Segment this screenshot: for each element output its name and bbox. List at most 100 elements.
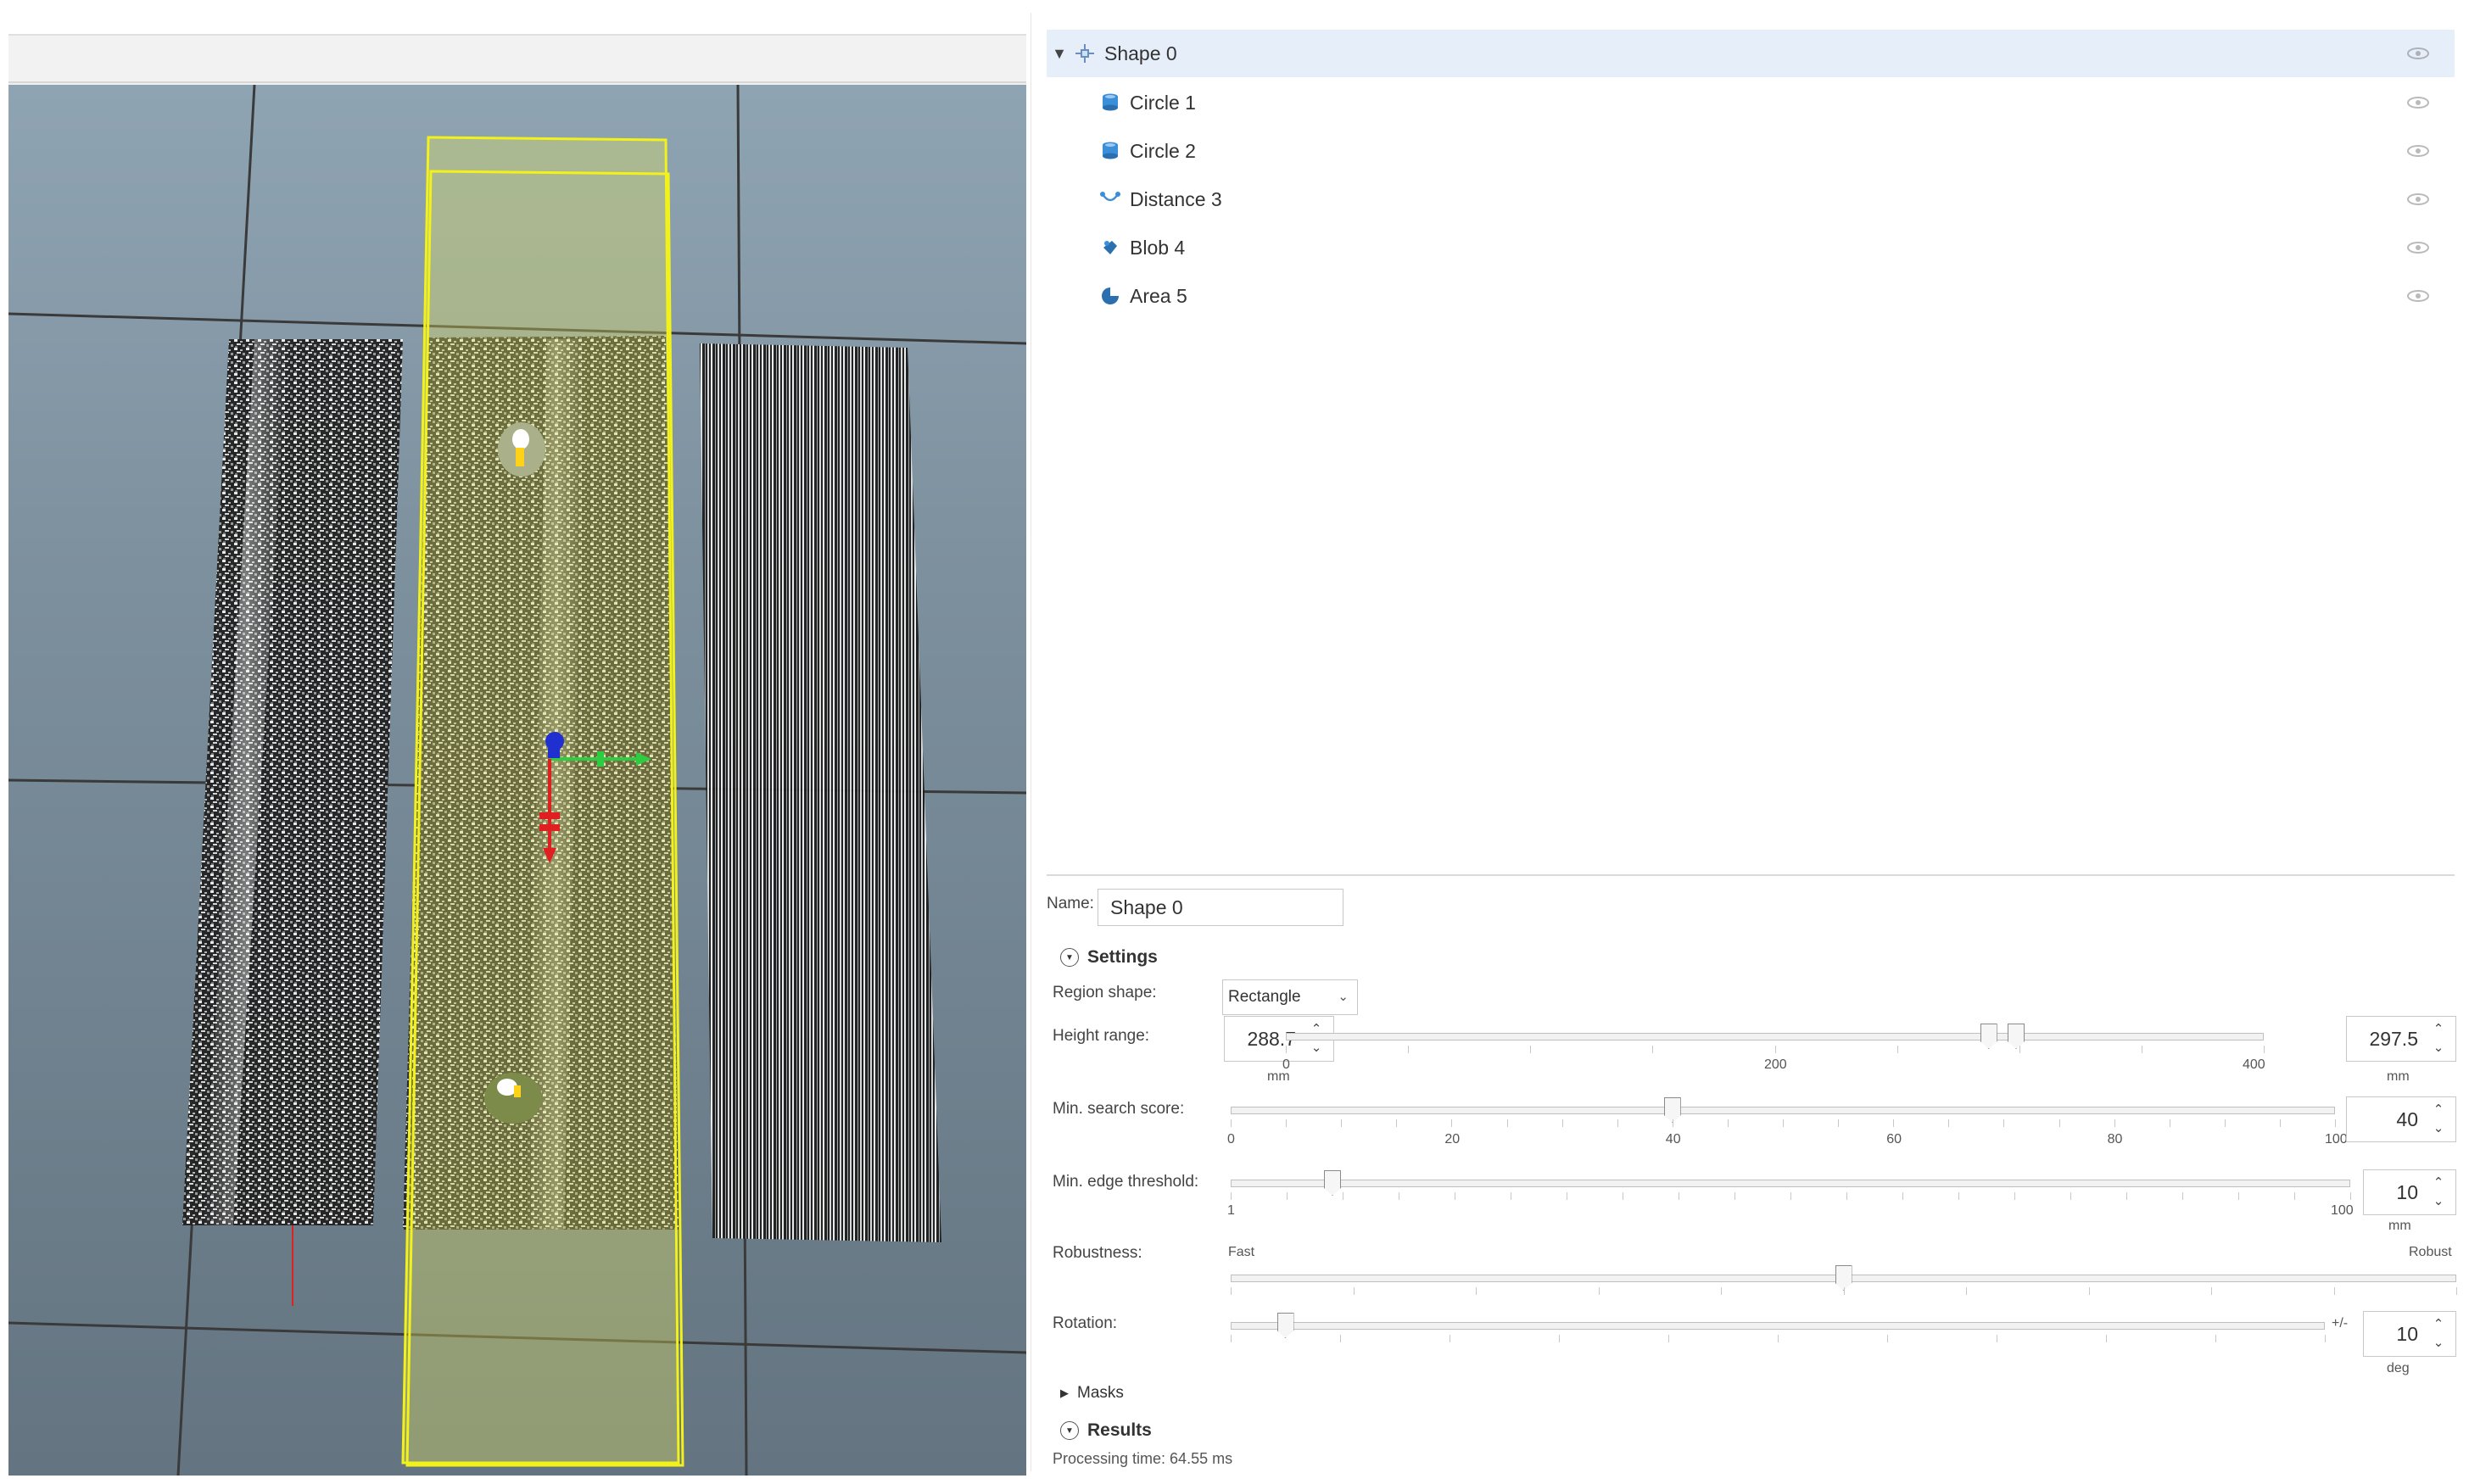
min-edge-threshold-ticks — [1231, 1192, 2351, 1201]
collapse-circle-icon: ▼ — [1060, 1421, 1079, 1440]
scene-svg — [8, 85, 1026, 1476]
spin-arrows[interactable]: ⌃ ⌄ — [2427, 1315, 2450, 1353]
visibility-eye-icon[interactable] — [2405, 236, 2431, 259]
slider-tick — [1948, 1119, 1950, 1127]
name-field[interactable]: Shape 0 — [1098, 889, 1343, 926]
slider-tick — [1506, 1119, 1508, 1127]
rotation-spinbox[interactable]: 10 ⌃ ⌄ — [2363, 1311, 2456, 1357]
region-shape-value: Rectangle — [1228, 988, 1301, 1006]
visibility-eye-icon[interactable] — [2405, 42, 2431, 65]
spin-arrows[interactable]: ⌃ ⌄ — [2427, 1174, 2450, 1211]
rotation-slider[interactable] — [1231, 1322, 2325, 1330]
slider-tick — [2350, 1192, 2351, 1200]
visibility-eye-icon[interactable] — [2405, 284, 2431, 308]
min-search-score-value: 40 — [2396, 1107, 2418, 1130]
point-cloud-right — [700, 343, 941, 1242]
visibility-eye-icon[interactable] — [2405, 139, 2431, 163]
slider-tick — [1778, 1335, 1779, 1342]
shape-move-icon — [1072, 41, 1098, 66]
distance-icon — [1098, 187, 1123, 212]
search-score-tick-label: 80 — [2107, 1132, 2123, 1146]
spin-arrows[interactable]: ⌃ ⌄ — [2427, 1101, 2450, 1138]
min-search-score-spinbox[interactable]: 40 ⌃ ⌄ — [2346, 1096, 2456, 1142]
settings-section-header[interactable]: ▼ Settings — [1060, 947, 1158, 968]
masks-section-header[interactable]: ▶ Masks — [1060, 1384, 1124, 1403]
chevron-up-icon[interactable]: ⌃ — [2427, 1315, 2450, 1334]
slider-tick — [1341, 1119, 1343, 1127]
slider-tick — [1451, 1119, 1453, 1127]
rotation-label: Rotation: — [1053, 1314, 1118, 1332]
search-score-tick-label: 40 — [1665, 1132, 1681, 1146]
name-label: Name: — [1047, 895, 1094, 912]
slider-tick — [1561, 1119, 1563, 1127]
slider-tick — [1790, 1192, 1791, 1200]
chevron-down-icon[interactable]: ⌄ — [2427, 1334, 2450, 1353]
slider-tick — [1231, 1287, 1232, 1295]
edge-scale-max: 100 — [2331, 1203, 2354, 1218]
robustness-ticks — [1231, 1287, 2457, 1296]
region-of-interest-box — [401, 136, 684, 1467]
properties-panel: ▼ Shape 0 Circle 1 Circle 2 Distance 3 B… — [1031, 13, 2465, 1471]
slider-tick — [2106, 1335, 2107, 1342]
slider-tick — [2003, 1119, 2005, 1127]
slider-tick — [1727, 1119, 1729, 1127]
slider-tick — [1396, 1119, 1398, 1127]
cylinder-icon — [1098, 90, 1123, 115]
region-shape-select[interactable]: Rectangle ⌄ — [1222, 979, 1358, 1015]
slider-tick — [1887, 1335, 1888, 1342]
tree-item-shape-0[interactable]: ▼ Shape 0 — [1047, 30, 2455, 77]
tree-item-label: Blob 4 — [1130, 236, 1186, 259]
robustness-label: Robustness: — [1053, 1244, 1142, 1262]
height-max-unit: mm — [2387, 1069, 2410, 1084]
chevron-down-icon: ⌄ — [1338, 990, 1349, 1004]
tree-item-distance-3[interactable]: Distance 3 — [1047, 176, 2455, 223]
slider-tick — [2215, 1335, 2216, 1342]
panel-divider[interactable] — [1047, 874, 2455, 876]
chevron-up-icon[interactable]: ⌃ — [2427, 1020, 2450, 1039]
rotation-unit: deg — [2387, 1361, 2410, 1375]
slider-tick — [1287, 1192, 1288, 1200]
min-edge-threshold-slider[interactable] — [1231, 1180, 2350, 1187]
slider-tick — [2014, 1192, 2015, 1200]
search-score-tick-label: 60 — [1886, 1132, 1902, 1146]
min-edge-threshold-spinbox[interactable]: 10 ⌃ ⌄ — [2363, 1169, 2456, 1215]
point-cloud-scene[interactable] — [8, 85, 1026, 1476]
search-score-tick-label: 20 — [1444, 1132, 1461, 1146]
chevron-down-icon[interactable]: ⌄ — [2427, 1039, 2450, 1057]
rotation-ticks — [1231, 1335, 2326, 1343]
chevron-down-icon[interactable]: ⌄ — [2427, 1119, 2450, 1138]
search-score-tick-label: 0 — [1227, 1132, 1235, 1146]
slider-tick — [1843, 1287, 1845, 1295]
results-section-header[interactable]: ▼ Results — [1060, 1420, 1152, 1441]
height-scale-min: 0 — [1282, 1057, 1290, 1072]
slider-tick — [1286, 1046, 1287, 1053]
slider-tick — [1721, 1287, 1722, 1295]
slider-tick — [1893, 1119, 1895, 1127]
slider-tick — [1966, 1287, 1967, 1295]
min-search-score-slider[interactable] — [1231, 1107, 2335, 1114]
slider-tick — [1408, 1046, 1410, 1053]
chevron-up-icon[interactable]: ⌃ — [2427, 1101, 2450, 1119]
slider-tick — [1958, 1192, 1959, 1200]
chevron-down-icon[interactable]: ⌄ — [2427, 1192, 2450, 1211]
feature-circle-bottom — [484, 1073, 542, 1124]
chevron-up-icon[interactable]: ⌃ — [2427, 1174, 2450, 1192]
height-range-slider[interactable] — [1286, 1033, 2264, 1040]
slider-tick — [2126, 1192, 2127, 1200]
slider-tick — [1598, 1287, 1600, 1295]
settings-label: Settings — [1087, 947, 1158, 967]
tree-item-circle-2[interactable]: Circle 2 — [1047, 127, 2455, 175]
collapse-toggle-icon[interactable]: ▼ — [1047, 45, 1072, 63]
visibility-eye-icon[interactable] — [2405, 187, 2431, 211]
tree-item-circle-1[interactable]: Circle 1 — [1047, 79, 2455, 126]
height-max-spinbox[interactable]: 297.5 ⌃ ⌄ — [2346, 1016, 2456, 1062]
rotation-plus-minus: +/- — [2332, 1316, 2349, 1331]
visibility-eye-icon[interactable] — [2405, 91, 2431, 114]
tree-item-area-5[interactable]: Area 5 — [1047, 272, 2455, 320]
tree-item-label: Shape 0 — [1104, 42, 1177, 64]
3d-viewport[interactable] — [8, 34, 1026, 1476]
slider-tick — [2114, 1119, 2115, 1127]
tree-item-label: Area 5 — [1130, 284, 1187, 307]
spin-arrows[interactable]: ⌃ ⌄ — [2427, 1020, 2450, 1057]
tree-item-blob-4[interactable]: Blob 4 — [1047, 224, 2455, 271]
